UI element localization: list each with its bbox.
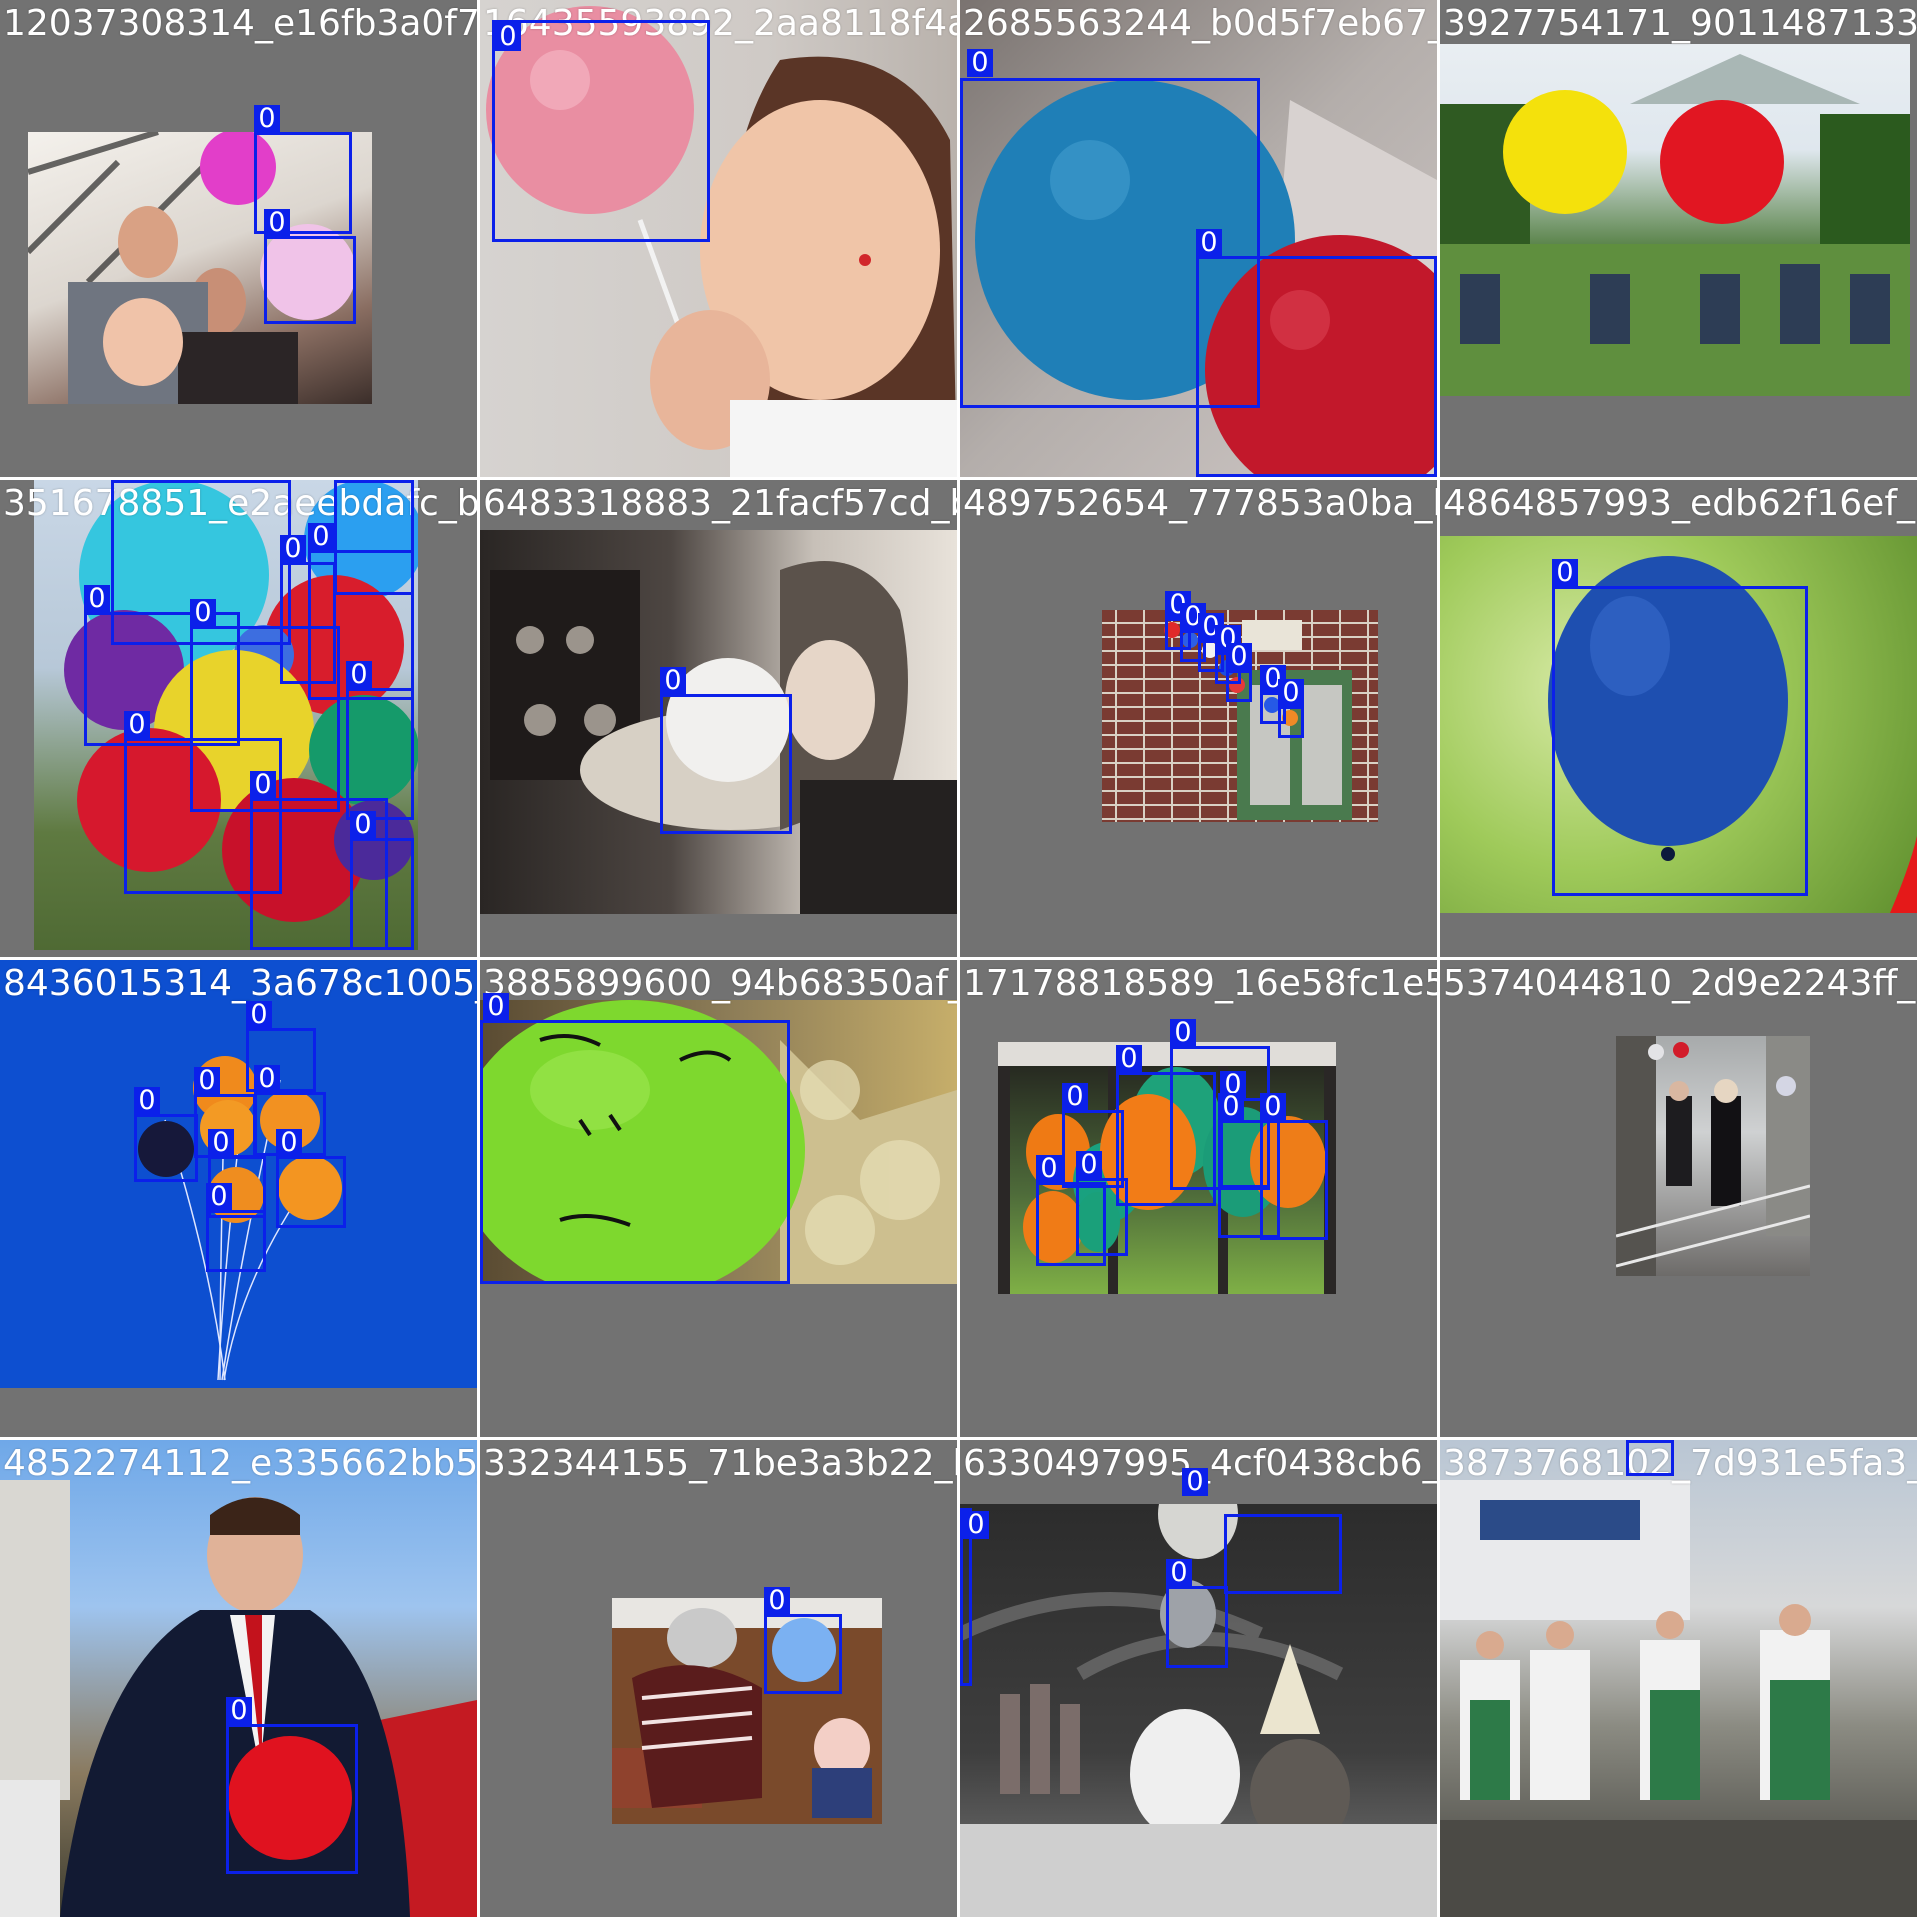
class-label: 0 bbox=[483, 993, 509, 1021]
image-filename: 5374044810_2d9e2243ff_b.jpg bbox=[1443, 963, 1917, 1004]
class-label: 0 bbox=[764, 1587, 790, 1615]
mosaic-tile: 3873768102_7d931e5fa3_b.jpg 0 bbox=[1440, 1440, 1917, 1917]
balloon-detection-box: 0 bbox=[1626, 1440, 1674, 1476]
balloon-detection-box: 0 bbox=[1076, 1151, 1128, 1256]
class-label: 0 bbox=[250, 771, 276, 799]
class-label: 0 bbox=[194, 1067, 220, 1095]
mosaic-tile: 17178818589_16e58fc1e5_k.jpg 0 0 0 0 0 0… bbox=[960, 960, 1437, 1437]
class-label: 0 bbox=[254, 105, 280, 133]
image-filename: 4864857993_edb62f16ef_b.jpg bbox=[1443, 483, 1917, 524]
class-label: 0 bbox=[254, 1065, 280, 1093]
mosaic-tile: 6330497995_4cf0438cb6_k.jpg 0 0 0 0 bbox=[960, 1440, 1437, 1917]
class-label: 0 bbox=[84, 585, 110, 613]
class-label: 0 bbox=[1552, 559, 1578, 587]
balloon-detection-box: 0 bbox=[480, 993, 790, 1284]
balloon-detection-box: 0 bbox=[764, 1587, 842, 1694]
balloon-detection-box: 0 bbox=[1116, 1045, 1216, 1206]
balloon-detection-box: 0 bbox=[492, 20, 710, 242]
class-label: 0 bbox=[963, 1511, 989, 1539]
class-label: 0 bbox=[350, 811, 376, 839]
image-filename: 3873768102_7d931e5fa3_b.jpg bbox=[1443, 1443, 1917, 1484]
mosaic-tile: 4864857993_edb62f16ef_b.jpg 0 bbox=[1440, 480, 1917, 957]
mosaic-tile: 351678851_e2aeebdafc_b.jpg 0 0 0 0 0 0 0… bbox=[0, 480, 477, 957]
balloon-detection-box: 0 bbox=[1166, 1559, 1228, 1668]
image-filename: 2685563244_b0d5f7eb67_b.jpg bbox=[963, 3, 1437, 44]
image-filename: 17178818589_16e58fc1e5_k.jpg bbox=[963, 963, 1437, 1004]
balloon-detection-box: 0 bbox=[264, 209, 356, 324]
mosaic-tile: 489752654_777853a0ba_b.jpg 0 0 0 0 0 0 0 bbox=[960, 480, 1437, 957]
balloon-detection-box: 0 bbox=[276, 1129, 346, 1228]
photo-dogs-party bbox=[960, 1504, 1437, 1917]
image-filename: 6483318883_21facf57cd_b.jpg bbox=[483, 483, 957, 524]
balloon-detection-box: 0 bbox=[1552, 559, 1808, 896]
class-label: 0 bbox=[346, 661, 372, 689]
balloon-detection-box: 0 bbox=[1226, 643, 1252, 702]
image-filename: 332344155_71be3a3b22_b.jpg bbox=[483, 1443, 957, 1484]
balloon-detection-box: 0 bbox=[1196, 229, 1437, 477]
class-label: 0 bbox=[280, 535, 306, 563]
mosaic-tile: 4852274112_e335662bb5_b.jpg 0 bbox=[0, 1440, 477, 1917]
mosaic-tile: 8436015314_3a678c1005_k.jpg 0 0 0 0 0 0 … bbox=[0, 960, 477, 1437]
photo-dogs-party-art bbox=[960, 1504, 1437, 1917]
class-label: 0 bbox=[1116, 1045, 1142, 1073]
mosaic-tile: 6483318883_21facf57cd_b.jpg 0 bbox=[480, 480, 957, 957]
class-label: 0 bbox=[1278, 679, 1304, 707]
balloon-detection-box: 0 bbox=[1224, 1514, 1342, 1594]
class-label: 0 bbox=[226, 1697, 252, 1725]
balloon-detection-box: 0 bbox=[134, 1087, 198, 1182]
image-filename: 12037308314_e16fb3a0f7_k.jpg bbox=[3, 3, 477, 44]
class-label: 0 bbox=[1076, 1151, 1102, 1179]
photo-street-crowd-balloons-art bbox=[1616, 1036, 1810, 1276]
photo-park-balloons bbox=[1440, 44, 1910, 396]
class-label: 0 bbox=[1226, 643, 1252, 671]
image-filename: 8436015314_3a678c1005_k.jpg bbox=[3, 963, 477, 1004]
image-filename: 3885899600_94b68350af_b.jpg bbox=[483, 963, 957, 1004]
class-label: 0 bbox=[190, 599, 216, 627]
class-label: 0 bbox=[111, 480, 137, 481]
class-label: 0 bbox=[334, 480, 360, 481]
class-label: 0 bbox=[1218, 1093, 1244, 1121]
balloon-detection-box: 0 bbox=[1278, 679, 1304, 738]
mosaic-tile: 3885899600_94b68350af_b.jpg 0 bbox=[480, 960, 957, 1437]
balloon-detection-box: 0 bbox=[960, 1508, 989, 1686]
photo-street-crowd-balloons bbox=[1616, 1036, 1810, 1276]
mosaic-tile: 5374044810_2d9e2243ff_b.jpg bbox=[1440, 960, 1917, 1437]
class-label: 0 bbox=[1036, 1155, 1062, 1183]
balloon-detection-box: 0 bbox=[350, 811, 414, 950]
mosaic-tile: 332344155_71be3a3b22_b.jpg 0 bbox=[480, 1440, 957, 1917]
class-label: 0 bbox=[206, 1183, 232, 1211]
class-label: 0 bbox=[264, 209, 290, 237]
class-label: 0 bbox=[1170, 1019, 1196, 1047]
balloon-detection-box: 0 bbox=[206, 1183, 266, 1272]
detection-mosaic: 12037308314_e16fb3a0f7_k.jpg 0 0 1643559… bbox=[0, 0, 1920, 1920]
photo-park-balloons-art bbox=[1440, 54, 1910, 396]
class-label: 0 bbox=[134, 1087, 160, 1115]
photo-chefs-harbor-art bbox=[1440, 1480, 1917, 1917]
image-filename: 489752654_777853a0ba_b.jpg bbox=[963, 483, 1437, 524]
class-label: 0 bbox=[1196, 229, 1222, 257]
image-filename: 3927754171_9011487133_b.jpg bbox=[1443, 3, 1917, 44]
class-label: 0 bbox=[276, 1129, 302, 1157]
class-label: 0 bbox=[124, 711, 150, 739]
mosaic-tile: 2685563244_b0d5f7eb67_b.jpg 0 0 bbox=[960, 0, 1437, 477]
class-label: 0 bbox=[1627, 1440, 1653, 1441]
balloon-detection-box: 0 bbox=[226, 1697, 358, 1874]
class-label: 0 bbox=[246, 1001, 272, 1029]
class-label: 0 bbox=[308, 523, 334, 551]
class-label: 0 bbox=[495, 23, 521, 51]
photo-chefs-harbor bbox=[1440, 1440, 1917, 1917]
balloon-detection-box: 0 bbox=[1218, 1093, 1280, 1238]
class-label: 0 bbox=[1260, 1093, 1286, 1121]
class-label: 0 bbox=[1166, 1559, 1192, 1587]
class-label: 0 bbox=[1062, 1083, 1088, 1111]
balloon-detection-box: 0 bbox=[660, 667, 792, 834]
mosaic-tile: 16435593892_2aa8118f4a_k.jpg 0 bbox=[480, 0, 957, 477]
class-label: 0 bbox=[208, 1129, 234, 1157]
mosaic-tile: 12037308314_e16fb3a0f7_k.jpg 0 0 bbox=[0, 0, 477, 477]
image-filename: 4852274112_e335662bb5_b.jpg bbox=[3, 1443, 477, 1484]
class-label: 0 bbox=[660, 667, 686, 695]
class-label: 0 bbox=[1182, 1468, 1208, 1496]
mosaic-tile: 3927754171_9011487133_b.jpg bbox=[1440, 0, 1917, 477]
class-label: 0 bbox=[967, 49, 993, 77]
